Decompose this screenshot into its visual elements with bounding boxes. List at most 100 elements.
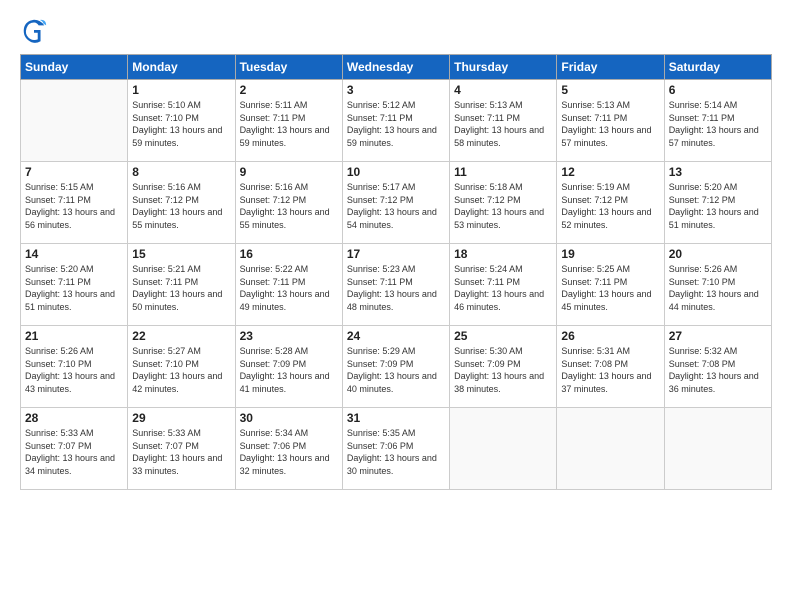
day-info: Sunrise: 5:16 AM Sunset: 7:12 PM Dayligh… xyxy=(132,181,230,231)
calendar-cell: 31 Sunrise: 5:35 AM Sunset: 7:06 PM Dayl… xyxy=(342,408,449,490)
calendar-cell: 29 Sunrise: 5:33 AM Sunset: 7:07 PM Dayl… xyxy=(128,408,235,490)
day-number: 17 xyxy=(347,247,445,261)
day-number: 14 xyxy=(25,247,123,261)
calendar-cell: 2 Sunrise: 5:11 AM Sunset: 7:11 PM Dayli… xyxy=(235,80,342,162)
calendar-cell: 11 Sunrise: 5:18 AM Sunset: 7:12 PM Dayl… xyxy=(450,162,557,244)
day-number: 10 xyxy=(347,165,445,179)
day-number: 22 xyxy=(132,329,230,343)
day-info: Sunrise: 5:26 AM Sunset: 7:10 PM Dayligh… xyxy=(669,263,767,313)
day-info: Sunrise: 5:25 AM Sunset: 7:11 PM Dayligh… xyxy=(561,263,659,313)
day-info: Sunrise: 5:10 AM Sunset: 7:10 PM Dayligh… xyxy=(132,99,230,149)
day-info: Sunrise: 5:18 AM Sunset: 7:12 PM Dayligh… xyxy=(454,181,552,231)
week-row-2: 7 Sunrise: 5:15 AM Sunset: 7:11 PM Dayli… xyxy=(21,162,772,244)
day-info: Sunrise: 5:19 AM Sunset: 7:12 PM Dayligh… xyxy=(561,181,659,231)
day-number: 1 xyxy=(132,83,230,97)
day-number: 8 xyxy=(132,165,230,179)
day-number: 27 xyxy=(669,329,767,343)
day-info: Sunrise: 5:20 AM Sunset: 7:11 PM Dayligh… xyxy=(25,263,123,313)
calendar-cell: 26 Sunrise: 5:31 AM Sunset: 7:08 PM Dayl… xyxy=(557,326,664,408)
day-number: 28 xyxy=(25,411,123,425)
day-number: 7 xyxy=(25,165,123,179)
calendar-cell: 25 Sunrise: 5:30 AM Sunset: 7:09 PM Dayl… xyxy=(450,326,557,408)
header xyxy=(20,16,772,44)
calendar-cell: 28 Sunrise: 5:33 AM Sunset: 7:07 PM Dayl… xyxy=(21,408,128,490)
calendar-cell: 21 Sunrise: 5:26 AM Sunset: 7:10 PM Dayl… xyxy=(21,326,128,408)
day-info: Sunrise: 5:24 AM Sunset: 7:11 PM Dayligh… xyxy=(454,263,552,313)
column-header-monday: Monday xyxy=(128,55,235,80)
calendar-cell: 14 Sunrise: 5:20 AM Sunset: 7:11 PM Dayl… xyxy=(21,244,128,326)
day-info: Sunrise: 5:21 AM Sunset: 7:11 PM Dayligh… xyxy=(132,263,230,313)
day-info: Sunrise: 5:27 AM Sunset: 7:10 PM Dayligh… xyxy=(132,345,230,395)
day-info: Sunrise: 5:29 AM Sunset: 7:09 PM Dayligh… xyxy=(347,345,445,395)
day-info: Sunrise: 5:23 AM Sunset: 7:11 PM Dayligh… xyxy=(347,263,445,313)
day-info: Sunrise: 5:20 AM Sunset: 7:12 PM Dayligh… xyxy=(669,181,767,231)
calendar-cell: 5 Sunrise: 5:13 AM Sunset: 7:11 PM Dayli… xyxy=(557,80,664,162)
column-header-wednesday: Wednesday xyxy=(342,55,449,80)
calendar-cell: 13 Sunrise: 5:20 AM Sunset: 7:12 PM Dayl… xyxy=(664,162,771,244)
day-info: Sunrise: 5:30 AM Sunset: 7:09 PM Dayligh… xyxy=(454,345,552,395)
calendar-cell: 10 Sunrise: 5:17 AM Sunset: 7:12 PM Dayl… xyxy=(342,162,449,244)
page: SundayMondayTuesdayWednesdayThursdayFrid… xyxy=(0,0,792,612)
week-row-4: 21 Sunrise: 5:26 AM Sunset: 7:10 PM Dayl… xyxy=(21,326,772,408)
day-info: Sunrise: 5:16 AM Sunset: 7:12 PM Dayligh… xyxy=(240,181,338,231)
day-number: 6 xyxy=(669,83,767,97)
day-number: 13 xyxy=(669,165,767,179)
logo xyxy=(20,16,52,44)
calendar-cell: 7 Sunrise: 5:15 AM Sunset: 7:11 PM Dayli… xyxy=(21,162,128,244)
calendar-cell: 4 Sunrise: 5:13 AM Sunset: 7:11 PM Dayli… xyxy=(450,80,557,162)
day-info: Sunrise: 5:26 AM Sunset: 7:10 PM Dayligh… xyxy=(25,345,123,395)
calendar-cell xyxy=(664,408,771,490)
column-header-sunday: Sunday xyxy=(21,55,128,80)
calendar-cell: 15 Sunrise: 5:21 AM Sunset: 7:11 PM Dayl… xyxy=(128,244,235,326)
calendar-cell: 12 Sunrise: 5:19 AM Sunset: 7:12 PM Dayl… xyxy=(557,162,664,244)
day-number: 21 xyxy=(25,329,123,343)
day-info: Sunrise: 5:32 AM Sunset: 7:08 PM Dayligh… xyxy=(669,345,767,395)
week-row-5: 28 Sunrise: 5:33 AM Sunset: 7:07 PM Dayl… xyxy=(21,408,772,490)
day-number: 11 xyxy=(454,165,552,179)
calendar-cell: 9 Sunrise: 5:16 AM Sunset: 7:12 PM Dayli… xyxy=(235,162,342,244)
day-info: Sunrise: 5:22 AM Sunset: 7:11 PM Dayligh… xyxy=(240,263,338,313)
day-number: 26 xyxy=(561,329,659,343)
calendar-cell: 1 Sunrise: 5:10 AM Sunset: 7:10 PM Dayli… xyxy=(128,80,235,162)
day-info: Sunrise: 5:33 AM Sunset: 7:07 PM Dayligh… xyxy=(132,427,230,477)
calendar-cell xyxy=(557,408,664,490)
day-info: Sunrise: 5:28 AM Sunset: 7:09 PM Dayligh… xyxy=(240,345,338,395)
day-number: 4 xyxy=(454,83,552,97)
day-number: 16 xyxy=(240,247,338,261)
day-info: Sunrise: 5:17 AM Sunset: 7:12 PM Dayligh… xyxy=(347,181,445,231)
day-number: 25 xyxy=(454,329,552,343)
day-info: Sunrise: 5:11 AM Sunset: 7:11 PM Dayligh… xyxy=(240,99,338,149)
calendar-cell: 19 Sunrise: 5:25 AM Sunset: 7:11 PM Dayl… xyxy=(557,244,664,326)
column-header-saturday: Saturday xyxy=(664,55,771,80)
calendar-cell: 23 Sunrise: 5:28 AM Sunset: 7:09 PM Dayl… xyxy=(235,326,342,408)
day-info: Sunrise: 5:14 AM Sunset: 7:11 PM Dayligh… xyxy=(669,99,767,149)
calendar-cell: 22 Sunrise: 5:27 AM Sunset: 7:10 PM Dayl… xyxy=(128,326,235,408)
calendar-cell xyxy=(21,80,128,162)
calendar-cell: 17 Sunrise: 5:23 AM Sunset: 7:11 PM Dayl… xyxy=(342,244,449,326)
day-number: 19 xyxy=(561,247,659,261)
day-info: Sunrise: 5:13 AM Sunset: 7:11 PM Dayligh… xyxy=(454,99,552,149)
day-number: 31 xyxy=(347,411,445,425)
day-number: 15 xyxy=(132,247,230,261)
calendar-cell: 8 Sunrise: 5:16 AM Sunset: 7:12 PM Dayli… xyxy=(128,162,235,244)
week-row-1: 1 Sunrise: 5:10 AM Sunset: 7:10 PM Dayli… xyxy=(21,80,772,162)
day-number: 23 xyxy=(240,329,338,343)
day-number: 30 xyxy=(240,411,338,425)
header-row: SundayMondayTuesdayWednesdayThursdayFrid… xyxy=(21,55,772,80)
day-number: 12 xyxy=(561,165,659,179)
day-info: Sunrise: 5:34 AM Sunset: 7:06 PM Dayligh… xyxy=(240,427,338,477)
calendar-table: SundayMondayTuesdayWednesdayThursdayFrid… xyxy=(20,54,772,490)
calendar-cell: 6 Sunrise: 5:14 AM Sunset: 7:11 PM Dayli… xyxy=(664,80,771,162)
day-number: 18 xyxy=(454,247,552,261)
logo-icon xyxy=(20,16,48,44)
day-info: Sunrise: 5:13 AM Sunset: 7:11 PM Dayligh… xyxy=(561,99,659,149)
calendar-cell: 27 Sunrise: 5:32 AM Sunset: 7:08 PM Dayl… xyxy=(664,326,771,408)
day-number: 5 xyxy=(561,83,659,97)
day-info: Sunrise: 5:33 AM Sunset: 7:07 PM Dayligh… xyxy=(25,427,123,477)
day-number: 3 xyxy=(347,83,445,97)
calendar-cell xyxy=(450,408,557,490)
calendar-cell: 30 Sunrise: 5:34 AM Sunset: 7:06 PM Dayl… xyxy=(235,408,342,490)
day-number: 24 xyxy=(347,329,445,343)
day-number: 2 xyxy=(240,83,338,97)
column-header-friday: Friday xyxy=(557,55,664,80)
